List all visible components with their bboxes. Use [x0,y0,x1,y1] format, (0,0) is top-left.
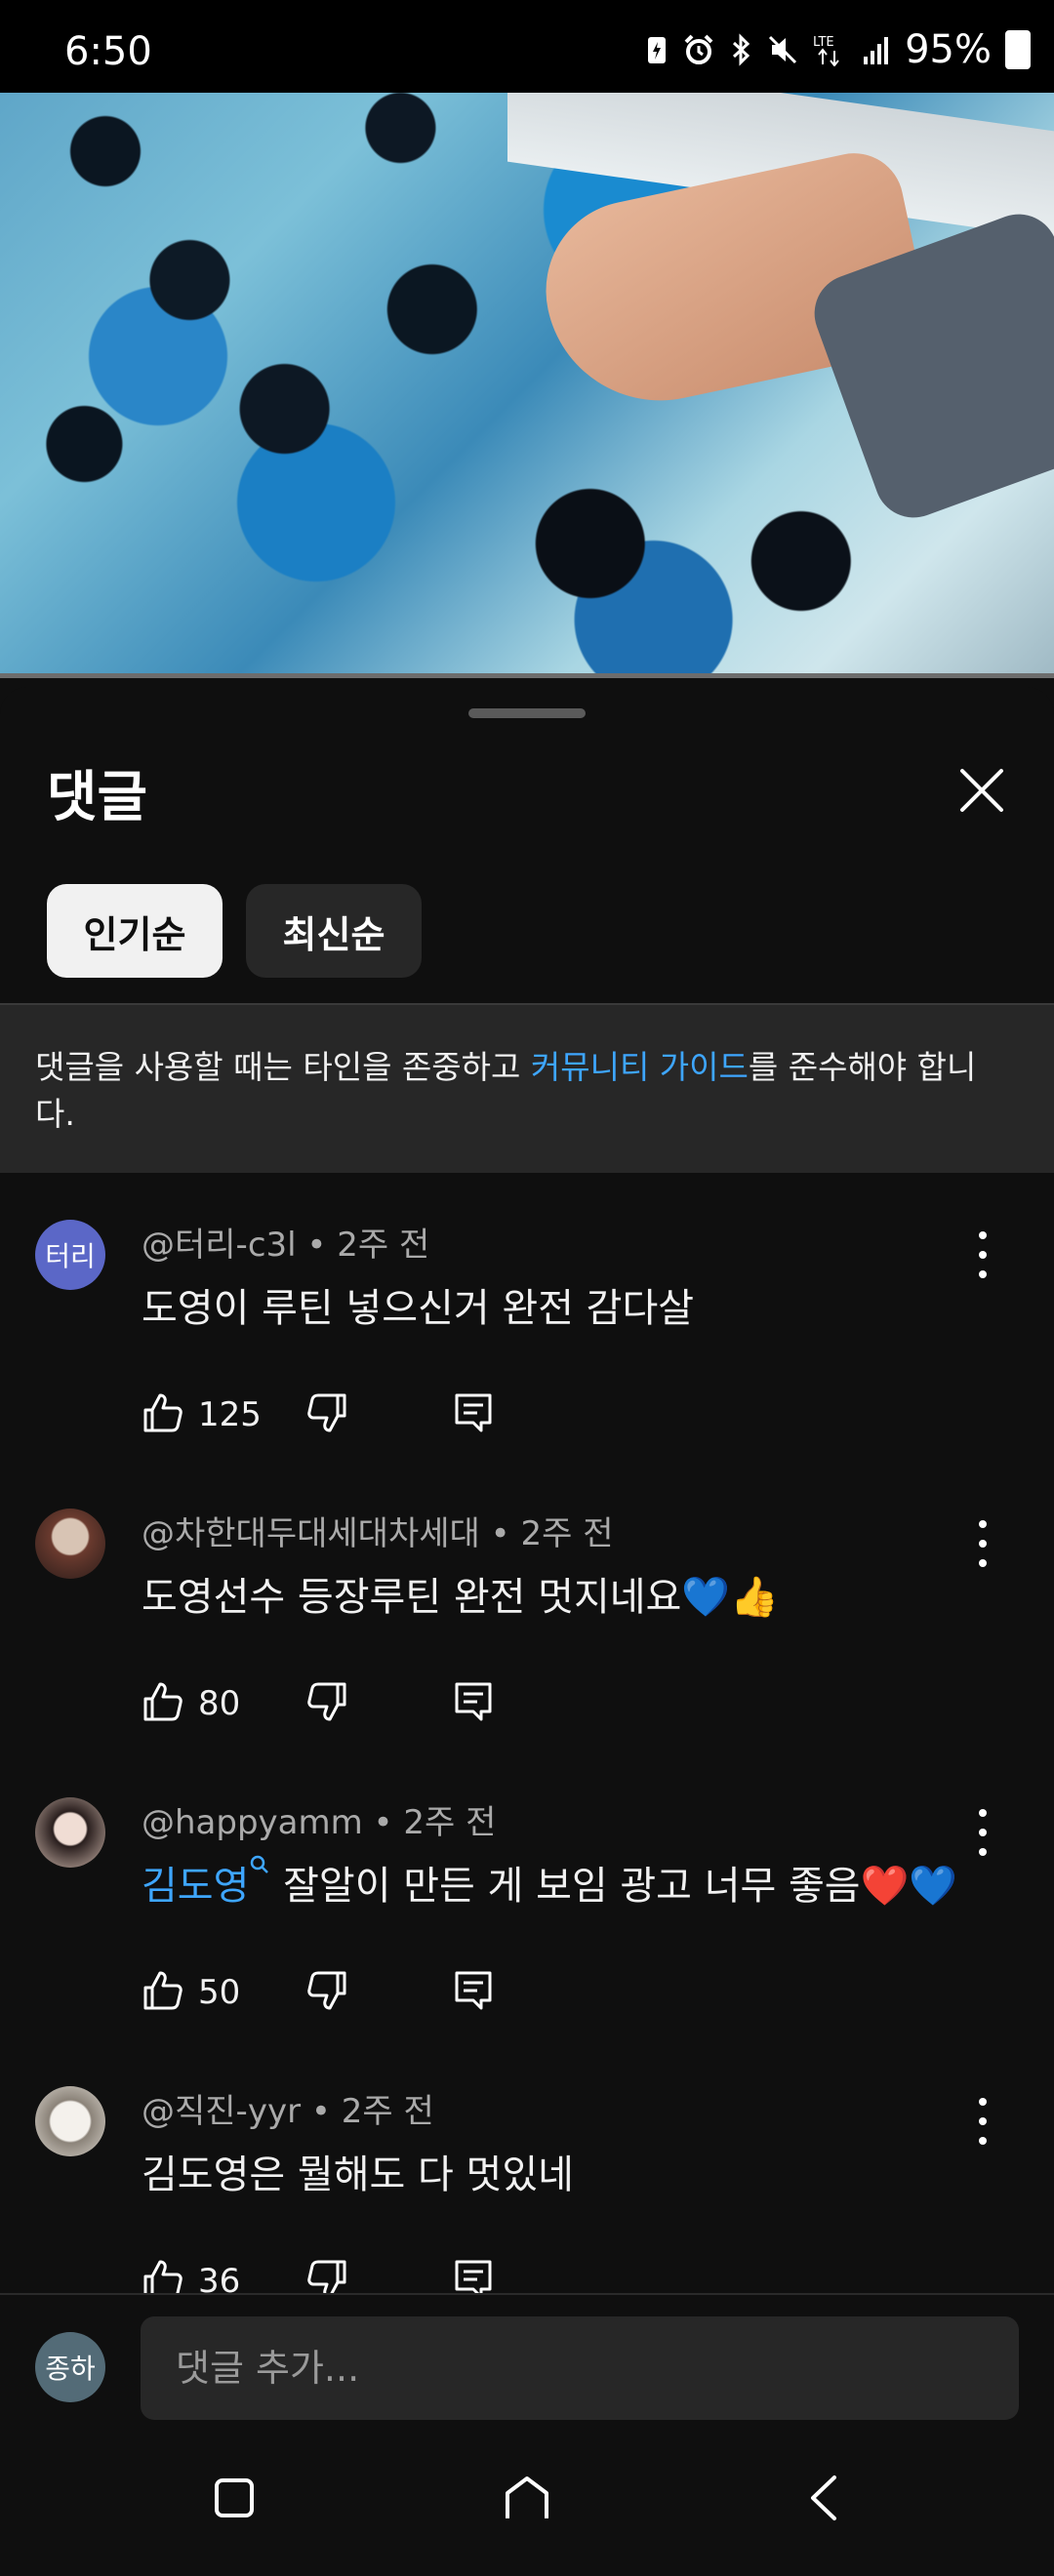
comment-text: 김도영 잘알이 만든 게 보임 광고 너무 좋음❤️💙 [142,1854,957,1911]
reply-icon[interactable] [452,1680,495,1723]
battery-percent: 95% [905,27,992,72]
thumb-up-icon[interactable] [142,1680,184,1723]
like-count: 125 [198,1395,262,1434]
avatar[interactable] [35,1797,105,1868]
comment-author[interactable]: @happyamm [142,1803,363,1842]
recents-icon [215,2478,254,2517]
comment-item: @차한대두대세대차세대 • 2주 전 도영선수 등장루틴 완전 멋지네요💙👍 8… [0,1477,1054,1766]
comment-meta: @터리-c3l • 2주 전 [142,1226,430,1265]
comment-time: 2주 전 [337,1226,430,1265]
add-comment-input[interactable] [141,2316,1019,2420]
comment-actions: 80 [142,1672,532,1731]
chip-newest[interactable]: 최신순 [246,884,422,978]
alarm-icon [684,34,713,64]
mute-icon [769,35,797,64]
reply-icon[interactable] [452,1969,495,2012]
comment-item: 터리 @터리-c3l • 2주 전 도영이 루틴 넣으신거 완전 감다살 125 [0,1188,1054,1477]
back-icon [811,2475,836,2520]
more-vert-icon[interactable] [971,1226,994,1284]
comment-author[interactable]: @터리-c3l [142,1226,297,1265]
avatar[interactable]: 터리 [35,1220,105,1290]
recents-button[interactable] [195,2459,273,2537]
comment-time: 2주 전 [520,1514,614,1553]
comment-meta: @happyamm • 2주 전 [142,1803,497,1842]
system-nav-bar [0,2420,1054,2576]
like-count: 50 [198,1973,241,2012]
comment-item: @happyamm • 2주 전 김도영 잘알이 만든 게 보임 광고 너무 좋… [0,1766,1054,2055]
svg-text:LTE: LTE [813,35,834,50]
comment-text: 김도영은 뭘해도 다 멋있네 [142,2153,574,2197]
lte-icon: LTE [813,35,839,66]
status-bar: 6:50 LTE 95% [0,0,1054,93]
comment-time: 2주 전 [341,2092,434,2131]
chip-popular[interactable]: 인기순 [47,884,223,978]
comment-composer: 종하 [0,2293,1054,2422]
mention-link[interactable]: 김도영 [142,1864,249,1909]
comment-text: 도영이 루틴 넣으신거 완전 감다살 [142,1286,695,1331]
battery-saver-icon [648,37,667,63]
notice-prefix: 댓글을 사용할 때는 타인을 존중하고 [35,1048,531,1086]
thumb-down-icon[interactable] [305,1969,348,2012]
comment-actions: 50 [142,1961,532,2020]
close-icon[interactable] [953,761,1011,820]
status-time: 6:50 [64,29,152,74]
comment-actions: 125 [142,1384,532,1442]
sheet-title: 댓글 [47,766,148,829]
comment-author[interactable]: @직진-yyr [142,2092,301,2131]
battery-icon [1005,30,1031,69]
more-vert-icon[interactable] [971,1803,994,1862]
search-icon[interactable] [249,1854,270,1875]
notice-text: 댓글을 사용할 때는 타인을 존중하고 커뮤니티 가이드를 준수해야 합니다. [35,1044,992,1138]
drag-handle[interactable] [468,708,586,718]
comment-meta: @직진-yyr • 2주 전 [142,2092,434,2131]
more-vert-icon[interactable] [971,1514,994,1573]
community-guidelines-link[interactable]: 커뮤니티 가이드 [531,1048,749,1086]
my-avatar[interactable]: 종하 [35,2332,105,2402]
thumb-down-icon[interactable] [305,1391,348,1434]
like-count: 80 [198,1684,241,1723]
comment-meta: @차한대두대세대차세대 • 2주 전 [142,1514,614,1553]
status-icons: LTE 95% [645,27,1031,72]
video-progress-bar[interactable] [0,673,1054,678]
video-player[interactable] [0,93,1054,678]
comment-text-rest: 잘알이 만든 게 보임 광고 너무 좋음❤️💙 [270,1864,958,1909]
signal-icon [864,37,889,64]
comment-author[interactable]: @차한대두대세대차세대 [142,1514,480,1553]
more-vert-icon[interactable] [971,2092,994,2151]
comment-text: 도영선수 등장루틴 완전 멋지네요💙👍 [142,1575,779,1620]
avatar[interactable] [35,1509,105,1579]
comment-time: 2주 전 [403,1803,497,1842]
community-notice: 댓글을 사용할 때는 타인을 존중하고 커뮤니티 가이드를 준수해야 합니다. [0,1003,1054,1173]
thumb-up-icon[interactable] [142,1969,184,2012]
home-button[interactable] [488,2459,566,2537]
thumb-up-icon[interactable] [142,1391,184,1434]
back-button[interactable] [786,2459,864,2537]
avatar[interactable] [35,2086,105,2156]
home-icon [506,2476,548,2518]
reply-icon[interactable] [452,1391,495,1434]
thumb-down-icon[interactable] [305,1680,348,1723]
bluetooth-icon [733,33,750,66]
